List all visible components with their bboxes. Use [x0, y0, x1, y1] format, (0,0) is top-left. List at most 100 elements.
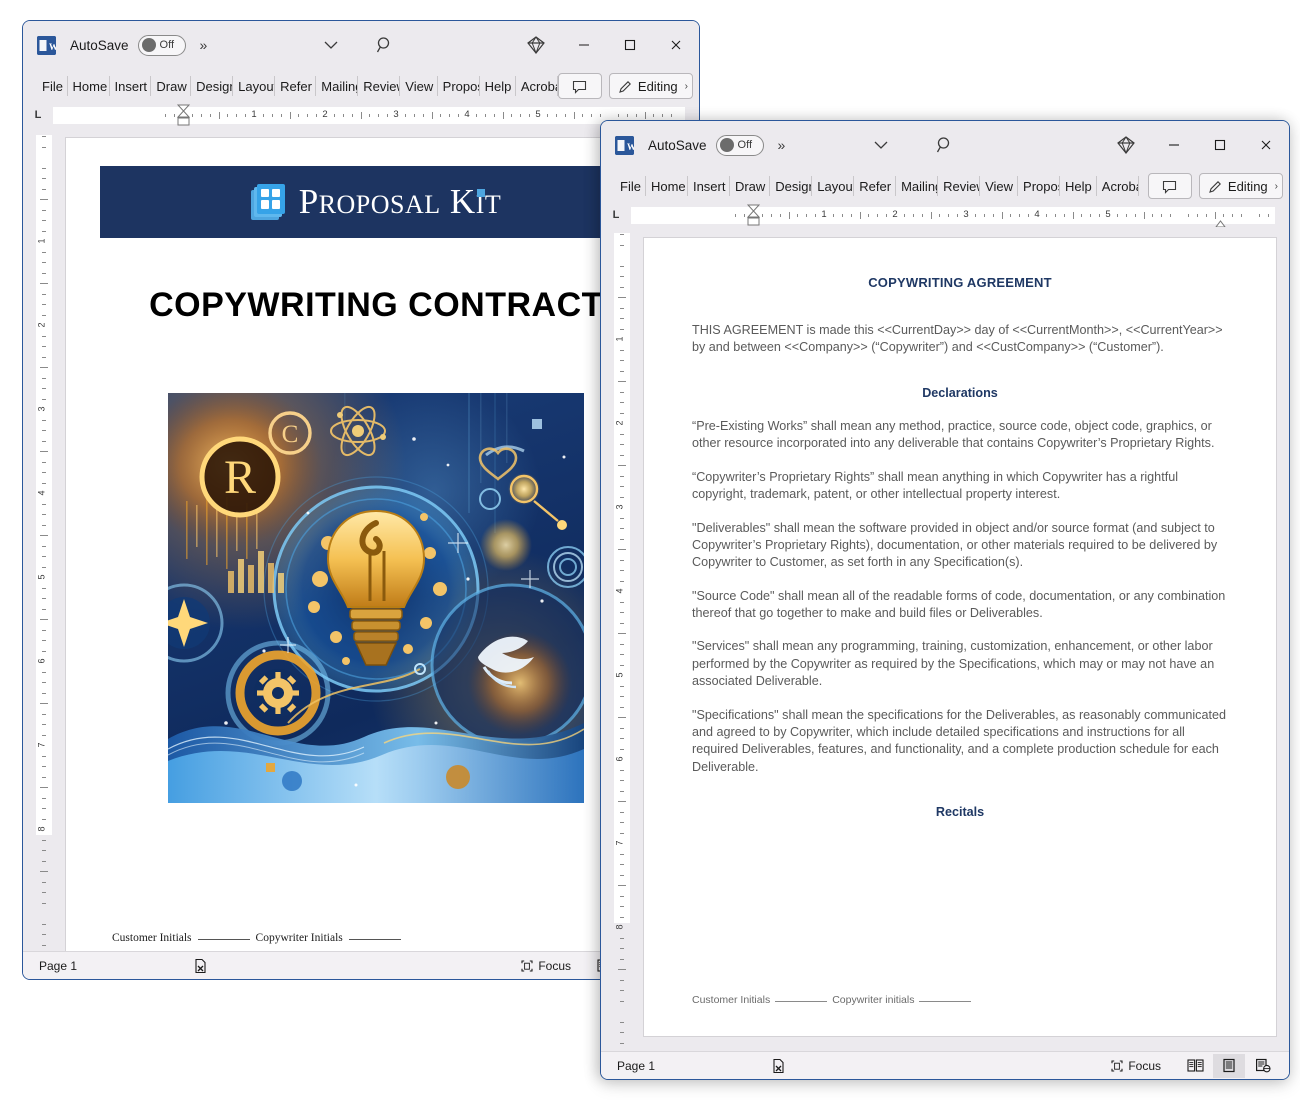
- tab-mailings[interactable]: Mailings: [896, 169, 939, 203]
- tab-references[interactable]: Refer: [854, 169, 896, 203]
- status-right-group: Focus: [1110, 1053, 1279, 1078]
- word-app-icon: W: [615, 135, 634, 155]
- brand-k: K: [449, 182, 476, 221]
- tab-review[interactable]: Review: [358, 69, 401, 103]
- svg-text:W: W: [49, 42, 56, 52]
- customer-initials-label: Customer Initials: [692, 994, 771, 1006]
- print-layout-icon[interactable]: [1213, 1053, 1245, 1078]
- editing-mode-button[interactable]: Editing ›: [608, 73, 693, 99]
- editing-mode-button[interactable]: Editing ›: [1198, 173, 1283, 199]
- agreement-page-footer: Customer Initials Copywriter initials: [692, 994, 976, 1006]
- tab-insert[interactable]: Insert: [688, 169, 730, 203]
- tab-acrobat[interactable]: Acrobat: [516, 69, 558, 103]
- tab-file[interactable]: File: [37, 69, 68, 103]
- svg-text:W: W: [627, 142, 634, 152]
- word-window-agreement[interactable]: W AutoSave Off »: [600, 120, 1290, 1080]
- tab-help[interactable]: Help: [1060, 169, 1097, 203]
- tab-view[interactable]: View: [980, 169, 1019, 203]
- ruler-track[interactable]: 12345: [53, 106, 685, 124]
- tab-draw[interactable]: Draw: [730, 169, 771, 203]
- minimize-button[interactable]: [561, 21, 607, 69]
- horizontal-ruler[interactable]: L 12345: [601, 203, 1289, 228]
- tab-review[interactable]: Review: [938, 169, 981, 203]
- tab-references[interactable]: Refer: [275, 69, 317, 103]
- close-button[interactable]: [1243, 121, 1289, 169]
- copilot-diamond-icon[interactable]: [1101, 121, 1151, 169]
- brand-p: P: [298, 182, 319, 221]
- comments-button[interactable]: [1147, 173, 1192, 199]
- tab-proposal[interactable]: Proposal: [1018, 169, 1061, 203]
- tab-design[interactable]: Design: [770, 169, 813, 203]
- page-number-status[interactable]: Page 1: [617, 1059, 655, 1073]
- tab-proposal[interactable]: Proposal: [438, 69, 480, 103]
- autosave-state: Off: [737, 139, 753, 151]
- tab-home[interactable]: Home: [68, 69, 110, 103]
- read-mode-icon[interactable]: [1179, 1054, 1211, 1078]
- tab-view[interactable]: View: [400, 69, 438, 103]
- document-page-agreement[interactable]: COPYWRITING AGREEMENT THIS AGREEMENT is …: [643, 237, 1277, 1037]
- tab-layout[interactable]: Layout: [812, 169, 855, 203]
- tab-layout[interactable]: Layout: [233, 69, 276, 103]
- status-bar: Page 1 Focus: [601, 1051, 1289, 1079]
- focus-icon: [1111, 1059, 1123, 1072]
- declarations-paragraph: "Deliverables" shall mean the software p…: [692, 520, 1218, 570]
- word-window-cover[interactable]: W AutoSave Off »: [22, 20, 700, 980]
- left-indent-marker[interactable]: [176, 104, 191, 126]
- document-page-cover[interactable]: PROPOSAL KIT COPYWRITING CONTRACT R C Cu…: [65, 137, 687, 951]
- tab-stop-selector[interactable]: L: [23, 103, 53, 127]
- search-icon[interactable]: [935, 135, 955, 155]
- accessibility-check-icon[interactable]: [771, 1058, 787, 1074]
- cover-page-footer: Customer Initials Copywriter Initials: [112, 932, 407, 944]
- maximize-button[interactable]: [1197, 121, 1243, 169]
- page-number-status[interactable]: Page 1: [39, 959, 77, 973]
- tab-home[interactable]: Home: [646, 169, 688, 203]
- minimize-button[interactable]: [1151, 121, 1197, 169]
- copilot-diamond-icon[interactable]: [511, 21, 561, 69]
- left-indent-marker[interactable]: [746, 204, 761, 226]
- vertical-ruler[interactable]: 12345678: [23, 127, 53, 951]
- autosave-label: AutoSave: [648, 137, 707, 153]
- tab-mailings[interactable]: Mailings: [316, 69, 359, 103]
- tab-acrobat[interactable]: Acrobat: [1097, 169, 1139, 203]
- page-scroll-area[interactable]: COPYWRITING AGREEMENT THIS AGREEMENT is …: [631, 227, 1289, 1051]
- tab-draw[interactable]: Draw: [151, 69, 191, 103]
- horizontal-ruler[interactable]: L 12345: [23, 103, 699, 128]
- copywriting-cover-illustration: R C: [168, 393, 584, 803]
- tab-insert[interactable]: Insert: [110, 69, 152, 103]
- search-icon[interactable]: [375, 35, 395, 55]
- right-indent-marker[interactable]: [1214, 215, 1226, 228]
- quick-access-overflow-icon[interactable]: »: [200, 37, 208, 53]
- tab-help[interactable]: Help: [480, 69, 516, 103]
- quick-access-overflow-icon[interactable]: »: [778, 137, 786, 153]
- agreement-body[interactable]: COPYWRITING AGREEMENT THIS AGREEMENT is …: [644, 238, 1276, 821]
- proposal-kit-wordmark: PROPOSAL KIT: [299, 182, 502, 222]
- quick-access-dropdown-icon[interactable]: [323, 38, 339, 53]
- copywriter-initials-label: Copywriter Initials: [255, 932, 343, 944]
- editing-mode-label: Editing: [637, 78, 678, 94]
- autosave-toggle[interactable]: Off: [137, 34, 186, 56]
- brand-roposal: ROPOSAL: [318, 190, 441, 219]
- tab-stop-selector[interactable]: L: [601, 203, 631, 227]
- comment-bubble-icon: [1163, 180, 1177, 194]
- close-button[interactable]: [653, 21, 699, 69]
- editing-expand-icon[interactable]: ›: [1275, 181, 1278, 192]
- vertical-ruler[interactable]: 12345678: [601, 227, 631, 1051]
- ruler-track[interactable]: 12345: [631, 206, 1275, 224]
- comments-button[interactable]: [557, 73, 602, 99]
- focus-button[interactable]: Focus: [1110, 1059, 1161, 1073]
- tab-design[interactable]: Design: [191, 69, 234, 103]
- web-layout-icon[interactable]: [1247, 1054, 1279, 1078]
- ribbon-right-group: Editing ›: [1147, 169, 1289, 203]
- customer-initials-line: [775, 1001, 828, 1002]
- focus-label: Focus: [1128, 1058, 1161, 1073]
- autosave-toggle[interactable]: Off: [715, 134, 764, 156]
- tab-file[interactable]: File: [615, 169, 646, 203]
- focus-button[interactable]: Focus: [520, 959, 571, 973]
- quick-access-dropdown-icon[interactable]: [873, 138, 889, 153]
- copywriter-initials-label: Copywriter initials: [832, 994, 915, 1006]
- comment-bubble-icon: [573, 80, 587, 94]
- editing-expand-icon[interactable]: ›: [685, 81, 688, 92]
- accessibility-check-icon[interactable]: [193, 958, 209, 974]
- maximize-button[interactable]: [607, 21, 653, 69]
- screen: W AutoSave Off »: [0, 0, 1300, 1100]
